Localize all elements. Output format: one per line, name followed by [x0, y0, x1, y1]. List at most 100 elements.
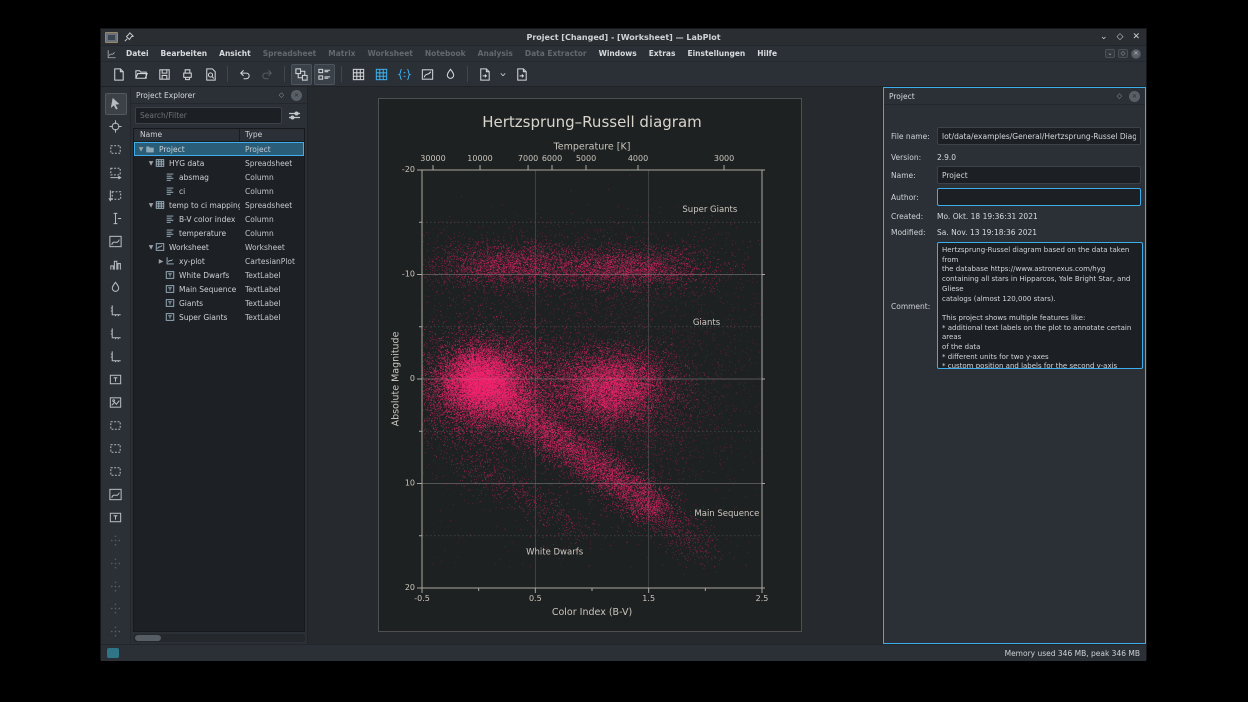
- tree-row-temperature[interactable]: temperatureColumn: [134, 226, 304, 240]
- dock-close-icon[interactable]: ✕: [1129, 91, 1140, 102]
- tree-item-type: Project: [240, 145, 304, 154]
- mdi-child-icon[interactable]: [106, 49, 117, 59]
- pin-icon[interactable]: [124, 32, 134, 42]
- zoom-out-tool[interactable]: [105, 437, 127, 459]
- modified-value: Sa. Nov. 13 19:18:36 2021: [937, 228, 1037, 237]
- import-file-button[interactable]: [474, 64, 495, 85]
- zoom-x-select-tool[interactable]: [105, 162, 127, 184]
- add-axis-tool[interactable]: [105, 300, 127, 322]
- new-matrix-button[interactable]: [371, 64, 392, 85]
- add-info-element-tool[interactable]: [105, 506, 127, 528]
- draw-tool[interactable]: [105, 277, 127, 299]
- open-project-button[interactable]: [131, 64, 152, 85]
- expander-icon[interactable]: ▶: [157, 258, 165, 265]
- mdi-restore-button[interactable]: ⌄: [1105, 49, 1115, 58]
- add-image-tool[interactable]: [105, 391, 127, 413]
- tree-item-label: temperature: [179, 229, 226, 238]
- add-legend-tool[interactable]: [105, 346, 127, 368]
- tree-row-ci[interactable]: ciColumn: [134, 184, 304, 198]
- author-label: Author:: [891, 193, 919, 202]
- menu-data-extractor: Data Extractor: [519, 47, 593, 60]
- tree-row-project[interactable]: ▼ProjectProject: [134, 142, 304, 156]
- mdi-maximize-button[interactable]: ◇: [1118, 49, 1128, 58]
- menu-hilfe[interactable]: Hilfe: [751, 47, 783, 60]
- tree-row-temp-to-ci-mapping[interactable]: ▼temp to ci mappingSpreadsheet: [134, 198, 304, 212]
- menu-datei[interactable]: Datei: [120, 47, 155, 60]
- textlabel-icon: [165, 312, 176, 322]
- tree-row-xy-plot[interactable]: ▶xy-plotCartesianPlot: [134, 254, 304, 268]
- tree-item-label: absmag: [179, 173, 209, 182]
- new-worksheet-button[interactable]: [417, 64, 438, 85]
- new-project-button[interactable]: [108, 64, 129, 85]
- column-header-name[interactable]: Name: [134, 129, 240, 141]
- add-scale-tool[interactable]: [105, 323, 127, 345]
- expander-icon[interactable]: ▼: [147, 244, 155, 251]
- dock-close-icon[interactable]: ✕: [291, 90, 302, 101]
- column-icon: [165, 214, 176, 224]
- dock-float-icon[interactable]: ◇: [276, 90, 287, 101]
- add-text-label-tool[interactable]: [105, 368, 127, 390]
- toggle-properties-explorer-button[interactable]: [314, 64, 335, 85]
- filter-options-icon[interactable]: [285, 107, 303, 124]
- zoom-select-tool[interactable]: [105, 139, 127, 161]
- select-tool[interactable]: [105, 93, 127, 115]
- export-button[interactable]: [511, 64, 532, 85]
- maximize-button[interactable]: ◇: [1117, 33, 1124, 42]
- add-curve-tool[interactable]: [105, 231, 127, 253]
- comment-textarea[interactable]: Hertzsprung-Russel diagram based on the …: [937, 242, 1143, 369]
- tree-row-worksheet[interactable]: ▼WorksheetWorksheet: [134, 240, 304, 254]
- new-notebook-button[interactable]: [440, 64, 461, 85]
- menu-extras[interactable]: Extras: [643, 47, 682, 60]
- menu-windows[interactable]: Windows: [593, 47, 643, 60]
- mdi-close-button[interactable]: ✕: [1131, 49, 1141, 59]
- properties-dock: Project ◇ ✕ File name: Version: 2.9.0 Na…: [883, 87, 1146, 644]
- new-spreadsheet-button[interactable]: [348, 64, 369, 85]
- expander-icon[interactable]: ▼: [147, 160, 155, 167]
- tree-row-b-v-color-index[interactable]: B-V color indexColumn: [134, 212, 304, 226]
- tree-item-label: Giants: [179, 299, 203, 308]
- worksheet-page[interactable]: Hertzsprung–Russell diagram: [378, 98, 802, 632]
- worksheet-toolbar: [101, 87, 131, 644]
- toolbar-separator: [467, 66, 468, 82]
- close-button[interactable]: ✕: [1132, 33, 1140, 42]
- search-input[interactable]: [135, 107, 282, 124]
- tree-row-hyg-data[interactable]: ▼HYG dataSpreadsheet: [134, 156, 304, 170]
- crosshair-tool[interactable]: [105, 116, 127, 138]
- minimize-button[interactable]: ⌄: [1100, 33, 1108, 42]
- expander-icon[interactable]: ▼: [137, 146, 145, 153]
- scrollbar-handle[interactable]: [135, 635, 161, 641]
- tree-row-absmag[interactable]: absmagColumn: [134, 170, 304, 184]
- horizontal-scrollbar[interactable]: [133, 634, 305, 642]
- main-toolbar: [101, 62, 1146, 87]
- menu-einstellungen[interactable]: Einstellungen: [681, 47, 751, 60]
- hr-diagram-plot[interactable]: [379, 99, 803, 633]
- add-histogram-tool[interactable]: [105, 254, 127, 276]
- menu-bearbeiten[interactable]: Bearbeiten: [155, 47, 214, 60]
- add-plot-tool[interactable]: [105, 483, 127, 505]
- dock-float-icon[interactable]: ◇: [1114, 91, 1125, 102]
- column-header-type[interactable]: Type: [240, 129, 304, 141]
- save-project-button[interactable]: [154, 64, 175, 85]
- author-input[interactable]: [937, 188, 1141, 206]
- expander-icon[interactable]: ▼: [147, 202, 155, 209]
- zoom-y-select-tool[interactable]: [105, 185, 127, 207]
- menu-ansicht[interactable]: Ansicht: [213, 47, 257, 60]
- undo-button[interactable]: [234, 64, 255, 85]
- new-matrix-from-data-button[interactable]: [394, 64, 415, 85]
- tree-row-white-dwarfs[interactable]: White DwarfsTextLabel: [134, 268, 304, 282]
- zoom-fit-tool[interactable]: [105, 460, 127, 482]
- insert-text-tool[interactable]: [105, 208, 127, 230]
- file-name-input[interactable]: [937, 127, 1141, 145]
- print-preview-button[interactable]: [200, 64, 221, 85]
- tree-row-super-giants[interactable]: Super GiantsTextLabel: [134, 310, 304, 324]
- name-input[interactable]: [937, 166, 1141, 184]
- comment-label: Comment:: [891, 302, 930, 311]
- tree-row-main-sequence[interactable]: Main SequenceTextLabel: [134, 282, 304, 296]
- tree-row-giants[interactable]: GiantsTextLabel: [134, 296, 304, 310]
- tree-item-label: ci: [179, 187, 185, 196]
- print-button[interactable]: [177, 64, 198, 85]
- toggle-project-explorer-button[interactable]: [291, 64, 312, 85]
- zoom-in-tool[interactable]: [105, 414, 127, 436]
- titlebar: Project [Changed] - [Worksheet] — LabPlo…: [101, 29, 1146, 46]
- import-chevron-button[interactable]: [497, 64, 509, 85]
